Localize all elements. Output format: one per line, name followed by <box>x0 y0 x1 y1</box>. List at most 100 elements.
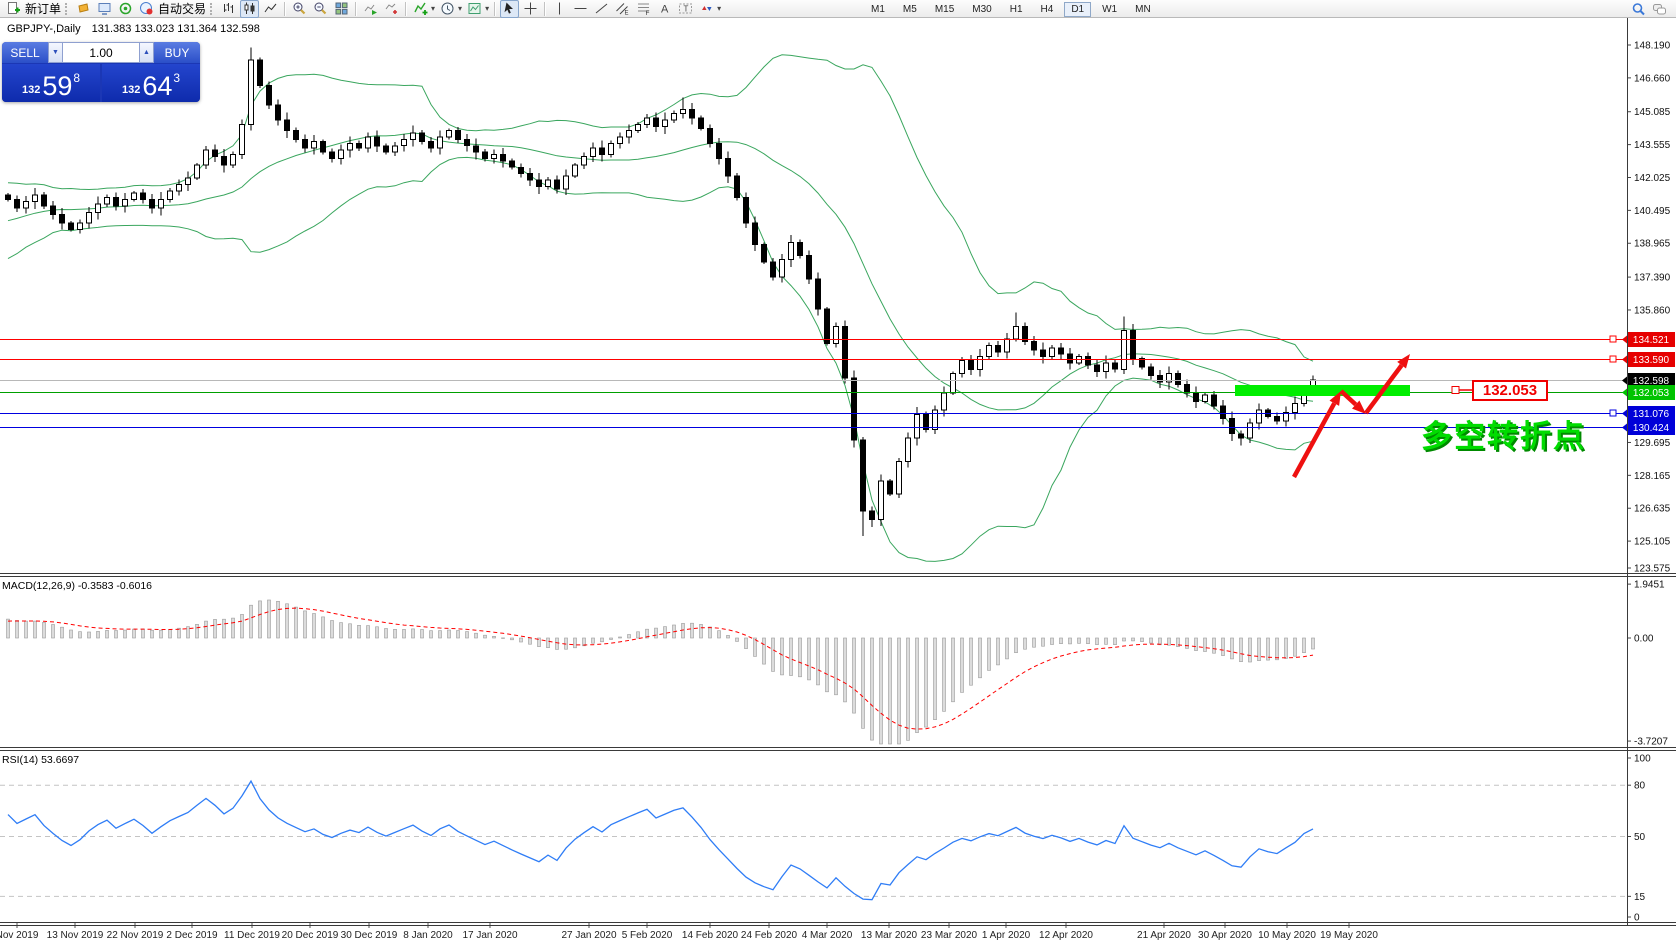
chart-ohlc-values: 131.383 133.023 131.364 132.598 <box>91 23 260 35</box>
svg-text:E: E <box>625 11 629 17</box>
svg-text:0: 0 <box>1634 913 1640 924</box>
sell-button[interactable]: SELL <box>2 42 48 63</box>
svg-text:22 Nov 2019: 22 Nov 2019 <box>107 930 164 941</box>
indicator-panes: 1.9451 0.00 -3.7207 100 80 50 15 0 <box>0 580 1668 924</box>
templates-caret[interactable]: ▾ <box>485 4 489 13</box>
tab-timeframe-M5[interactable]: M5 <box>896 2 924 17</box>
svg-text:8 Jan 2020: 8 Jan 2020 <box>403 930 453 941</box>
equidistant-channel-button[interactable]: E <box>613 0 632 18</box>
arrows-icon <box>702 6 712 11</box>
tab-timeframe-M30[interactable]: M30 <box>965 2 998 17</box>
rsi-indicator-label: RSI(14) 53.6697 <box>2 754 80 766</box>
toolbar-separator <box>355 1 358 16</box>
tab-timeframe-H4[interactable]: H4 <box>1034 2 1061 17</box>
search-button[interactable] <box>1629 0 1648 18</box>
svg-text:20 Dec 2019: 20 Dec 2019 <box>282 930 339 941</box>
indicators-button[interactable] <box>411 0 430 18</box>
zoom-in-icon <box>293 2 306 15</box>
fibonacci-button[interactable]: F <box>634 0 653 18</box>
tab-timeframe-D1[interactable]: D1 <box>1064 1 1092 17</box>
autotrading-button[interactable] <box>137 0 156 18</box>
new-order-button[interactable] <box>4 0 23 18</box>
chat-icon <box>1653 3 1666 14</box>
svg-text:133.590: 133.590 <box>1633 355 1670 366</box>
arrows-button[interactable] <box>697 0 716 18</box>
indicators-caret[interactable]: ▾ <box>431 4 435 13</box>
toolbar-grip <box>65 2 70 15</box>
horizontal-line-button[interactable] <box>571 0 590 18</box>
buy-button[interactable]: BUY <box>154 42 200 63</box>
chart-shift-button[interactable] <box>382 0 401 18</box>
auto-scroll-button[interactable] <box>361 0 380 18</box>
periods-button[interactable] <box>438 0 457 18</box>
svg-text:30 Apr 2020: 30 Apr 2020 <box>1198 930 1252 941</box>
tab-timeframe-M1[interactable]: M1 <box>864 2 892 17</box>
toolbar-separator <box>494 1 497 16</box>
candlestick-chart-button[interactable] <box>240 0 260 18</box>
market-watch-button[interactable] <box>95 0 114 18</box>
svg-text:2 Dec 2019: 2 Dec 2019 <box>166 930 218 941</box>
svg-text:137.390: 137.390 <box>1634 273 1671 284</box>
vertical-line-icon <box>559 2 561 15</box>
crosshair-button[interactable] <box>521 0 540 18</box>
tab-timeframe-H1[interactable]: H1 <box>1003 2 1030 17</box>
volume-increase-button[interactable]: ▲ <box>139 42 154 63</box>
vertical-line-button[interactable] <box>550 0 569 18</box>
text-label-button[interactable]: T <box>676 0 695 18</box>
svg-text:11 Dec 2019: 11 Dec 2019 <box>224 930 280 941</box>
svg-text:130.424: 130.424 <box>1633 423 1670 434</box>
svg-text:10 May 2020: 10 May 2020 <box>1258 930 1316 941</box>
layout-button[interactable] <box>74 0 93 18</box>
tab-timeframe-M15[interactable]: M15 <box>928 2 961 17</box>
arrows-caret[interactable]: ▾ <box>717 4 721 13</box>
bar-chart-button[interactable] <box>219 0 238 18</box>
svg-text:126.635: 126.635 <box>1634 504 1671 515</box>
one-click-trading-panel: SELL ▼ ▲ BUY 132 59 8 132 64 3 <box>2 42 200 102</box>
tile-windows-button[interactable] <box>332 0 351 18</box>
data-window-icon <box>119 2 132 15</box>
zoom-out-button[interactable] <box>311 0 330 18</box>
autotrading-label[interactable]: 自动交易 <box>158 0 206 17</box>
buy-price-display[interactable]: 132 64 3 <box>102 64 200 102</box>
svg-text:13 Mar 2020: 13 Mar 2020 <box>861 930 918 941</box>
sell-price-big: 59 <box>42 71 73 101</box>
svg-text:30 Dec 2019: 30 Dec 2019 <box>341 930 398 941</box>
templates-button[interactable] <box>465 0 484 18</box>
svg-text:4 Mar 2020: 4 Mar 2020 <box>802 930 853 941</box>
volume-input[interactable] <box>63 42 139 63</box>
zoom-in-button[interactable] <box>290 0 309 18</box>
trendline-button[interactable] <box>592 0 611 18</box>
svg-text:12 Apr 2020: 12 Apr 2020 <box>1039 930 1093 941</box>
periods-caret[interactable]: ▾ <box>458 4 462 13</box>
data-window-button[interactable] <box>116 0 135 18</box>
sell-price-display[interactable]: 132 59 8 <box>2 64 100 102</box>
toolbar-grip <box>210 2 215 15</box>
new-order-label[interactable]: 新订单 <box>25 0 61 17</box>
chart-symbol-period: GBPJPY-,Daily <box>7 23 81 35</box>
tab-timeframe-MN[interactable]: MN <box>1128 2 1158 17</box>
line-chart-button[interactable] <box>261 0 280 18</box>
svg-text:132.053: 132.053 <box>1633 388 1670 399</box>
chat-button[interactable] <box>1650 0 1669 18</box>
volume-decrease-button[interactable]: ▼ <box>48 42 63 63</box>
price-level-annotation-box: 132.053 <box>1472 380 1548 401</box>
svg-text:80: 80 <box>1634 781 1646 792</box>
text-icon: A <box>661 4 669 16</box>
chart-canvas[interactable]: 134.521133.590132.598132.053131.076130.4… <box>0 0 1676 944</box>
new-order-icon <box>8 2 20 14</box>
toolbar-separator <box>544 1 547 16</box>
cursor-button[interactable] <box>500 0 520 18</box>
equidistant-channel-icon: E <box>616 3 629 17</box>
templates-icon <box>468 3 481 14</box>
svg-text:129.695: 129.695 <box>1634 438 1671 449</box>
svg-text:50: 50 <box>1634 832 1646 843</box>
candles-layer <box>5 47 1316 536</box>
svg-text:5 Feb 2020: 5 Feb 2020 <box>622 930 673 941</box>
text-button[interactable]: A <box>655 0 674 18</box>
zoom-out-icon <box>314 2 327 15</box>
tab-timeframe-W1[interactable]: W1 <box>1095 2 1124 17</box>
svg-text:A: A <box>661 4 669 16</box>
fibonacci-icon: F <box>638 3 650 16</box>
svg-text:131.076: 131.076 <box>1633 409 1670 420</box>
svg-text:123.575: 123.575 <box>1634 564 1671 575</box>
